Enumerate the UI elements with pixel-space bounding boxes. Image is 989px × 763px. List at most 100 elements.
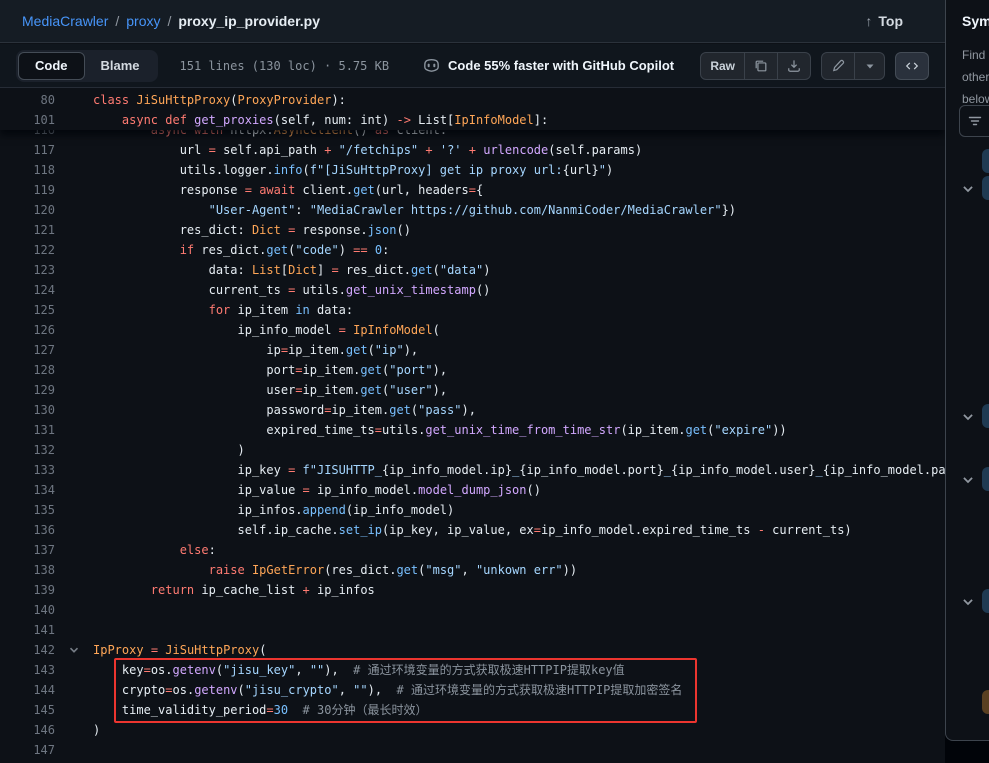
line-number[interactable]: 146 xyxy=(0,720,55,740)
breadcrumb-file-name: proxy_ip_provider.py xyxy=(178,13,320,29)
code-line-124: 124 current_ts = utils.get_unix_timestam… xyxy=(0,280,945,300)
line-number[interactable]: 124 xyxy=(0,280,55,300)
file-toolbar: Code Blame 151 lines (130 loc) · 5.75 KB… xyxy=(0,44,945,88)
tab-blame[interactable]: Blame xyxy=(85,52,156,80)
symbols-filter-input[interactable] xyxy=(959,105,989,137)
code-line-118: 118 utils.logger.info(f"[JiSuHttpProxy] … xyxy=(0,160,945,180)
line-number[interactable]: 147 xyxy=(0,740,55,760)
edit-dropdown-button[interactable] xyxy=(855,52,885,80)
github-code-view: MediaCrawler / proxy / proxy_ip_provider… xyxy=(0,0,989,763)
fold-gutter xyxy=(55,300,93,320)
symbol-item-chip[interactable] xyxy=(982,589,989,613)
fold-gutter xyxy=(55,180,93,200)
code-text: key=os.getenv("jisu_key", ""), # 通过环境变量的… xyxy=(93,660,625,680)
breadcrumb-repo-link[interactable]: MediaCrawler xyxy=(22,13,108,29)
edit-group xyxy=(821,52,885,80)
code-text: ip_infos.append(ip_info_model) xyxy=(93,500,454,520)
line-number[interactable]: 129 xyxy=(0,380,55,400)
symbols-toggle-button[interactable] xyxy=(895,52,929,80)
toolbar-actions: Raw xyxy=(700,52,929,80)
raw-button[interactable]: Raw xyxy=(700,52,745,80)
line-number[interactable]: 126 xyxy=(0,320,55,340)
symbol-item-chip[interactable] xyxy=(982,467,989,491)
code-line-122: 122 if res_dict.get("code") == 0: xyxy=(0,240,945,260)
line-number[interactable]: 142 xyxy=(0,640,55,660)
line-number[interactable]: 123 xyxy=(0,260,55,280)
code-line-139: 139 return ip_cache_list + ip_infos xyxy=(0,580,945,600)
chevron-down-icon[interactable] xyxy=(961,595,975,609)
line-number[interactable]: 138 xyxy=(0,560,55,580)
chevron-down-icon[interactable] xyxy=(961,182,975,196)
download-button[interactable] xyxy=(778,52,811,80)
line-number[interactable]: 137 xyxy=(0,540,55,560)
tab-code[interactable]: Code xyxy=(18,52,85,80)
breadcrumb-separator: / xyxy=(167,13,171,29)
chevron-down-icon[interactable] xyxy=(961,473,975,487)
line-number[interactable]: 140 xyxy=(0,600,55,620)
line-number[interactable]: 122 xyxy=(0,240,55,260)
line-number[interactable]: 139 xyxy=(0,580,55,600)
fold-gutter xyxy=(55,160,93,180)
line-number[interactable]: 132 xyxy=(0,440,55,460)
code-text: password=ip_item.get("pass"), xyxy=(93,400,476,420)
pencil-icon xyxy=(831,59,845,73)
fold-gutter xyxy=(55,200,93,220)
symbol-item-chip[interactable] xyxy=(982,176,989,200)
code-text: utils.logger.info(f"[JiSuHttpProxy] get … xyxy=(93,160,613,180)
file-view-main: MediaCrawler / proxy / proxy_ip_provider… xyxy=(0,0,945,763)
chevron-down-icon[interactable] xyxy=(961,410,975,424)
line-number[interactable]: 144 xyxy=(0,680,55,700)
code-line-140: 140 xyxy=(0,600,945,620)
code-text: crypto=os.getenv("jisu_crypto", ""), # 通… xyxy=(93,680,682,700)
back-to-top-label: Top xyxy=(878,13,903,29)
fold-gutter xyxy=(55,600,93,620)
edit-button[interactable] xyxy=(821,52,855,80)
symbols-panel: Symbols Find other below xyxy=(945,0,989,741)
code-line-121: 121 res_dict: Dict = response.json() xyxy=(0,220,945,240)
fold-toggle[interactable] xyxy=(55,640,93,660)
line-number[interactable]: 125 xyxy=(0,300,55,320)
line-number[interactable]: 145 xyxy=(0,700,55,720)
line-number[interactable]: 133 xyxy=(0,460,55,480)
line-number[interactable]: 120 xyxy=(0,200,55,220)
code-text: current_ts = utils.get_unix_timestamp() xyxy=(93,280,490,300)
line-number[interactable]: 119 xyxy=(0,180,55,200)
line-number[interactable]: 130 xyxy=(0,400,55,420)
code-line-129: 129 user=ip_item.get("user"), xyxy=(0,380,945,400)
fold-gutter xyxy=(55,440,93,460)
symbol-item-chip[interactable] xyxy=(982,690,989,714)
symbols-panel-description: below xyxy=(962,92,989,106)
copilot-banner[interactable]: Code 55% faster with GitHub Copilot xyxy=(423,57,674,74)
line-number[interactable]: 136 xyxy=(0,520,55,540)
chevron-down-icon xyxy=(68,644,80,656)
code-line-143: 143 key=os.getenv("jisu_key", ""), # 通过环… xyxy=(0,660,945,680)
line-number[interactable]: 134 xyxy=(0,480,55,500)
line-number[interactable]: 143 xyxy=(0,660,55,680)
line-number[interactable]: 80 xyxy=(0,90,55,110)
copy-button[interactable] xyxy=(745,52,778,80)
line-number[interactable]: 127 xyxy=(0,340,55,360)
line-number[interactable]: 118 xyxy=(0,160,55,180)
line-number[interactable]: 128 xyxy=(0,360,55,380)
code-line-133: 133 ip_key = f"JISUHTTP_{ip_info_model.i… xyxy=(0,460,945,480)
fold-gutter xyxy=(55,680,93,700)
fold-gutter xyxy=(55,110,93,130)
line-number[interactable]: 117 xyxy=(0,140,55,160)
back-to-top-link[interactable]: ↑ Top xyxy=(865,13,903,29)
sticky-scope-lines: 80class JiSuHttpProxy(ProxyProvider):101… xyxy=(0,88,945,130)
fold-gutter xyxy=(55,540,93,560)
fold-gutter xyxy=(55,380,93,400)
line-number[interactable]: 121 xyxy=(0,220,55,240)
line-number[interactable]: 141 xyxy=(0,620,55,640)
breadcrumb: MediaCrawler / proxy / proxy_ip_provider… xyxy=(22,13,320,29)
breadcrumb-folder-link[interactable]: proxy xyxy=(126,13,160,29)
code-line-137: 137 else: xyxy=(0,540,945,560)
symbol-item-chip[interactable] xyxy=(982,404,989,428)
fold-gutter xyxy=(55,260,93,280)
code-text: res_dict: Dict = response.json() xyxy=(93,220,411,240)
symbol-item-chip[interactable] xyxy=(982,149,989,173)
line-number[interactable]: 135 xyxy=(0,500,55,520)
line-number[interactable]: 131 xyxy=(0,420,55,440)
code-viewport: 116 async with httpx.AsyncClient() as cl… xyxy=(0,88,945,763)
line-number[interactable]: 101 xyxy=(0,110,55,130)
